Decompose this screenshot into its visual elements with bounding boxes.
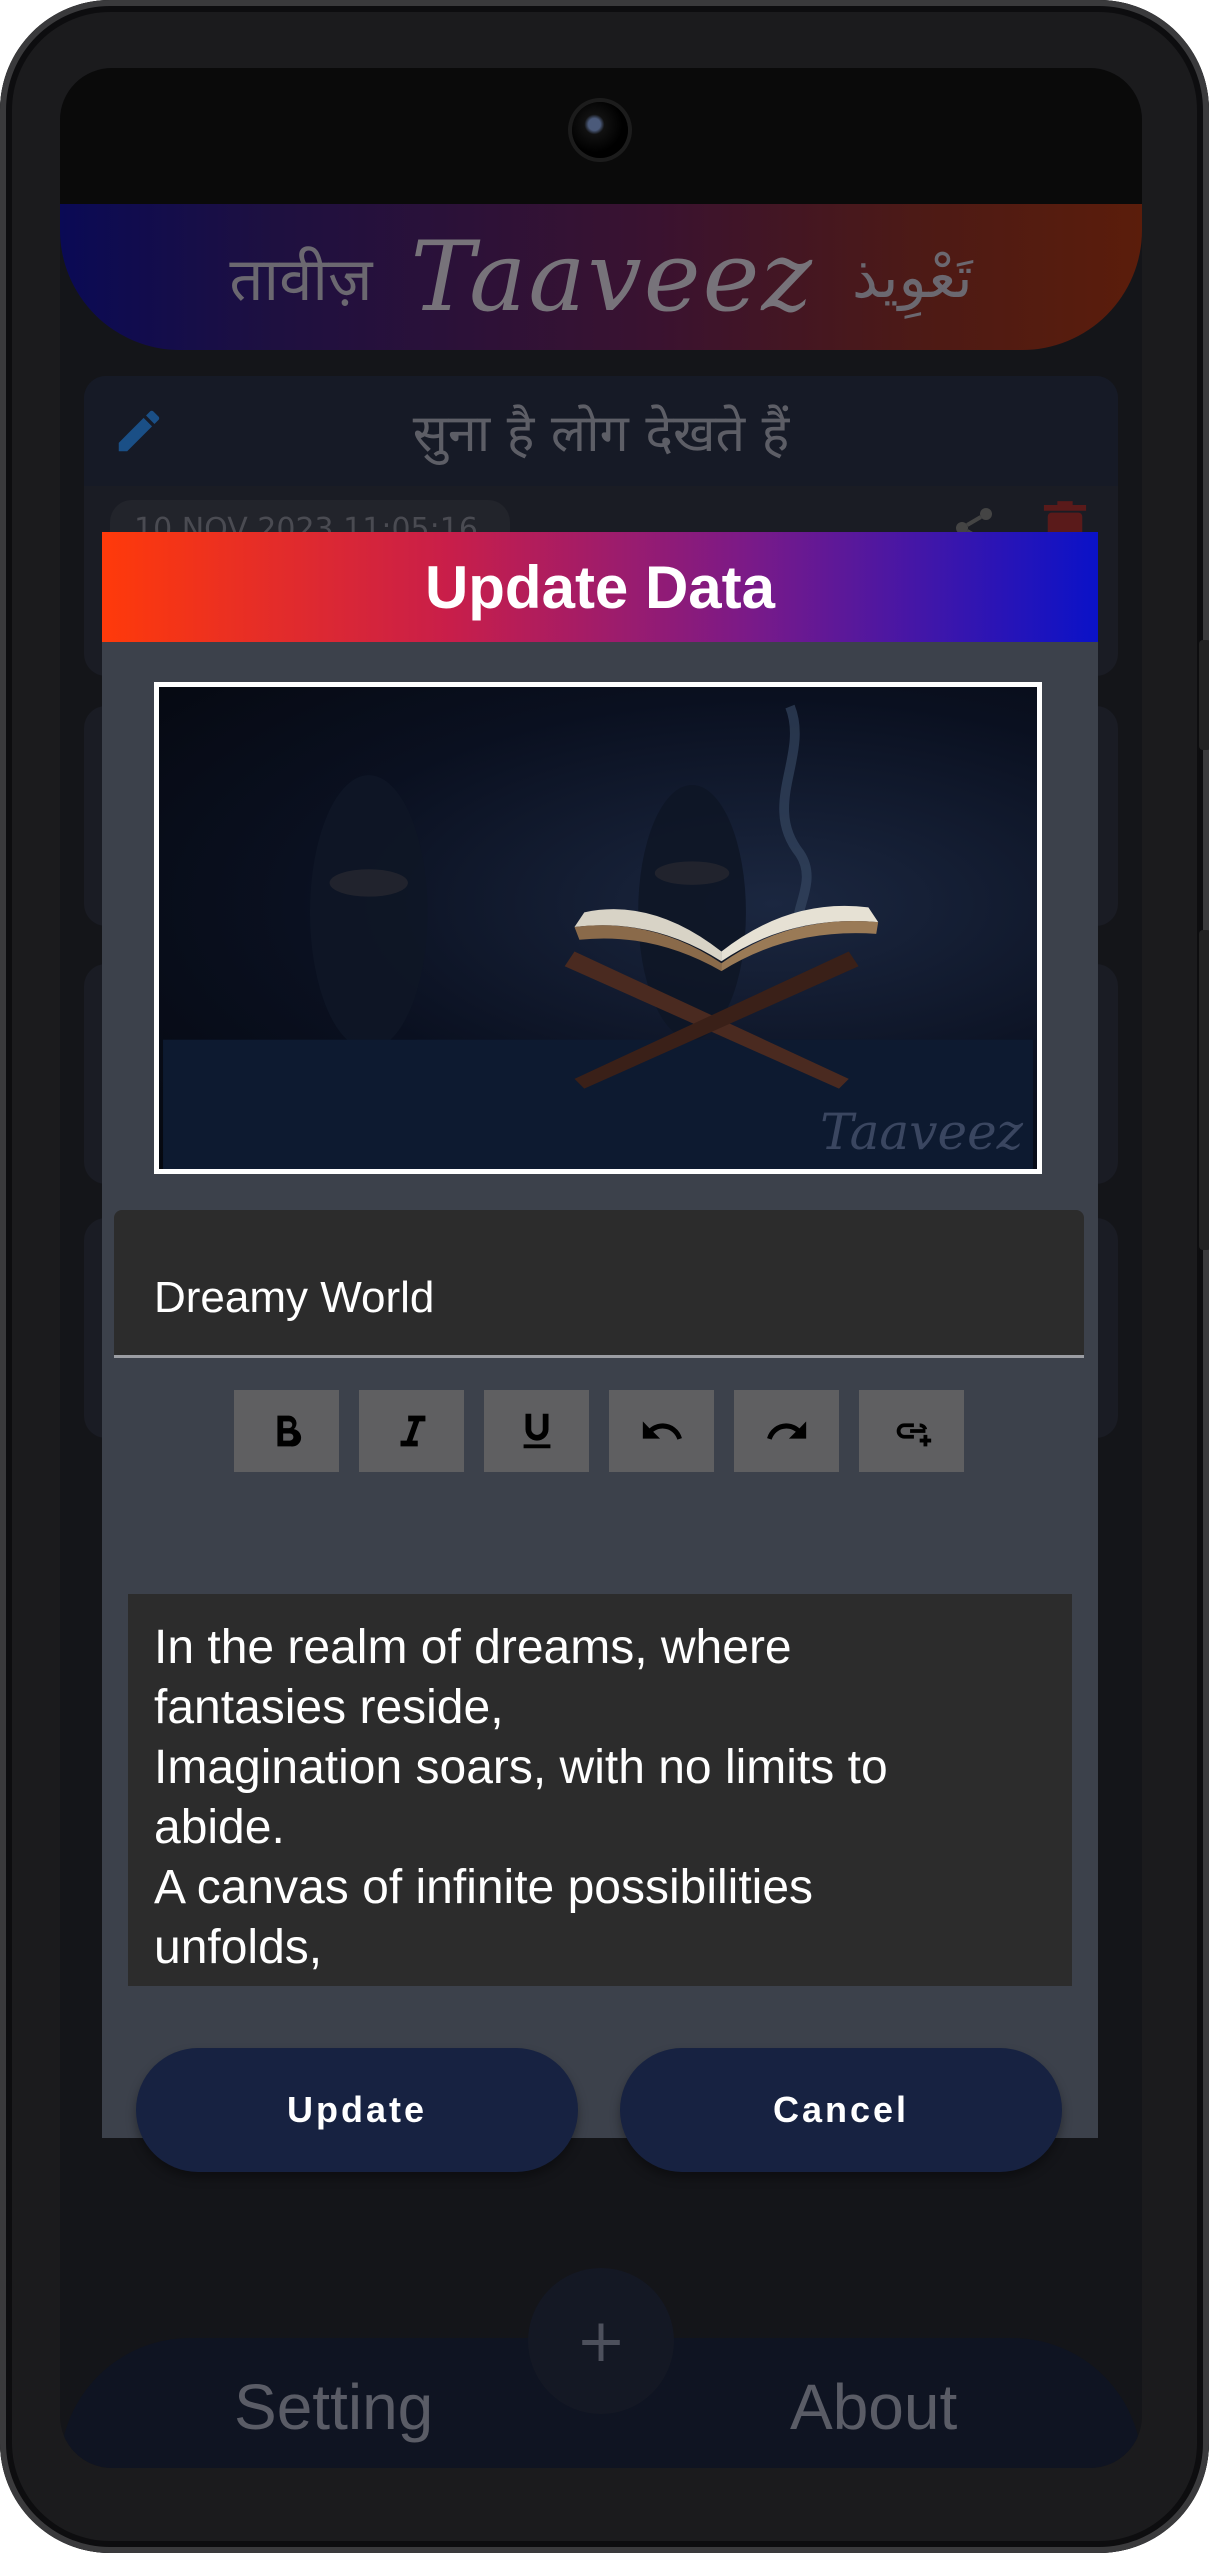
editor-line: fantasies reside, [154, 1681, 504, 1734]
update-button[interactable]: Update [136, 2048, 578, 2172]
quran-on-stand-illustration [163, 704, 1033, 1169]
insert-link-icon [896, 1423, 931, 1447]
app-logo-text: Taaveez [410, 221, 814, 333]
undo-button[interactable] [609, 1390, 714, 1472]
editor-line: A canvas of infinite possibilities [154, 1861, 814, 1914]
add-fab-button[interactable]: + [528, 2268, 674, 2414]
post-card-title: सुना है लोग देखते हैं [84, 376, 1118, 486]
power-button [1199, 930, 1209, 1250]
italic-icon [400, 1415, 425, 1447]
hindi-app-name: तावीज़ [229, 245, 373, 315]
volume-button [1199, 640, 1209, 750]
front-camera [572, 102, 628, 158]
post-image[interactable]: Taaveez [154, 682, 1042, 1174]
redo-icon [766, 1421, 806, 1440]
undo-icon [642, 1421, 682, 1440]
status-bar [60, 68, 1142, 204]
cancel-button[interactable]: Cancel [620, 2048, 1062, 2172]
underline-button[interactable] [484, 1390, 589, 1472]
edit-icon[interactable] [112, 404, 166, 458]
formatting-toolbar [234, 1390, 964, 1472]
bold-button[interactable] [234, 1390, 339, 1472]
app-header-banner: तावीज़ Taaveez تَعْوِيذ [60, 204, 1142, 350]
plus-icon: + [575, 2306, 627, 2376]
italic-button[interactable] [359, 1390, 464, 1472]
editor-line: Imagination soars, with no limits to [154, 1741, 888, 1794]
nav-about[interactable]: About [790, 2370, 957, 2444]
rich-text-editor[interactable]: In the realm of dreams, where fantasies … [128, 1594, 1072, 1986]
editor-line: abide. [154, 1801, 285, 1854]
dialog-title: Update Data [102, 532, 1098, 642]
nav-setting[interactable]: Setting [234, 2370, 433, 2444]
image-watermark: Taaveez [820, 1103, 1023, 1161]
editor-line: In the realm of dreams, where [154, 1621, 792, 1674]
urdu-app-name: تَعْوِيذ [851, 243, 973, 311]
update-data-dialog: Update Data Taaveez Dreamy World In the … [102, 532, 1098, 2172]
phone-frame: तावीज़ Taaveez تَعْوِيذ सुना है लोग देखत… [0, 0, 1209, 2553]
title-input[interactable] [154, 1268, 1034, 1328]
title-field-container [114, 1210, 1084, 1358]
redo-button[interactable] [734, 1390, 839, 1472]
insert-link-button[interactable] [859, 1390, 964, 1472]
bold-icon [276, 1415, 301, 1447]
editor-line: unfolds, [154, 1921, 323, 1974]
underline-icon [523, 1413, 550, 1449]
